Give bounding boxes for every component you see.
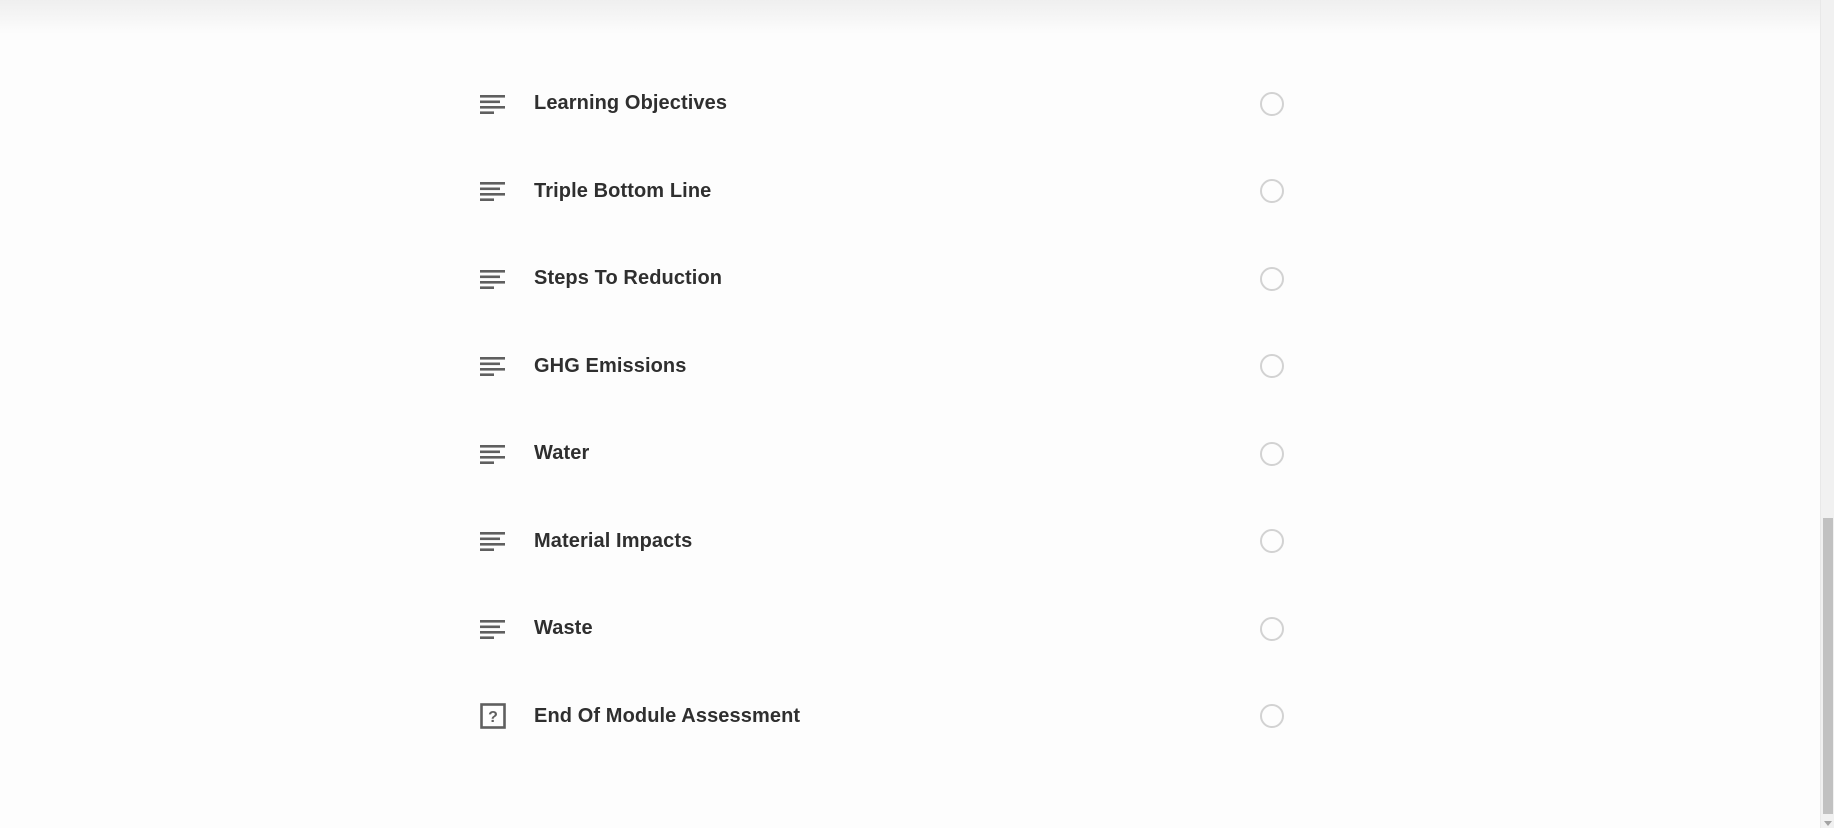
lesson-title: End Of Module Assessment xyxy=(534,704,801,727)
lesson-title: Triple Bottom Line xyxy=(534,179,712,202)
text-lines-icon xyxy=(480,350,512,382)
lesson-item-waste[interactable]: Waste xyxy=(480,585,1296,673)
header-shadow xyxy=(0,0,1820,34)
lesson-item-ghg-emissions[interactable]: GHG Emissions xyxy=(480,323,1296,411)
text-lines-icon xyxy=(480,525,512,557)
status-circle-icon xyxy=(1260,91,1284,116)
lesson-item-learning-objectives[interactable]: Learning Objectives xyxy=(480,60,1296,148)
text-lines-icon xyxy=(480,263,512,295)
status-circle-icon xyxy=(1260,616,1284,641)
lesson-item-water[interactable]: Water xyxy=(480,410,1296,498)
status-circle-icon xyxy=(1260,441,1284,466)
lesson-title: Learning Objectives xyxy=(534,92,728,115)
svg-text:?: ? xyxy=(488,709,498,726)
text-lines-icon xyxy=(480,438,512,470)
lesson-title: Steps To Reduction xyxy=(534,267,723,290)
status-circle-icon xyxy=(1260,704,1284,729)
status-circle-icon xyxy=(1260,179,1284,204)
vertical-scrollbar[interactable] xyxy=(1820,0,1834,828)
text-lines-icon xyxy=(480,613,512,645)
lesson-title: Water xyxy=(534,442,590,465)
status-circle-icon xyxy=(1260,354,1284,379)
lesson-title: Material Impacts xyxy=(534,529,693,552)
status-circle-icon xyxy=(1260,529,1284,554)
lesson-title: Waste xyxy=(534,617,593,640)
status-circle-icon xyxy=(1260,266,1284,291)
lesson-item-end-of-module-assessment[interactable]: ? End Of Module Assessment xyxy=(480,673,1296,761)
text-lines-icon xyxy=(480,175,512,207)
lesson-item-material-impacts[interactable]: Material Impacts xyxy=(480,498,1296,586)
text-lines-icon xyxy=(480,88,512,120)
scroll-down-arrow-icon[interactable] xyxy=(1824,821,1832,826)
lesson-list: Learning Objectives Triple Bottom Line S… xyxy=(480,60,1296,760)
scrollbar-thumb[interactable] xyxy=(1823,518,1833,814)
quiz-question-icon: ? xyxy=(480,700,512,732)
lesson-item-steps-to-reduction[interactable]: Steps To Reduction xyxy=(480,235,1296,323)
lesson-title: GHG Emissions xyxy=(534,354,687,377)
lesson-item-triple-bottom-line[interactable]: Triple Bottom Line xyxy=(480,148,1296,236)
page: Learning Objectives Triple Bottom Line S… xyxy=(0,0,1834,828)
